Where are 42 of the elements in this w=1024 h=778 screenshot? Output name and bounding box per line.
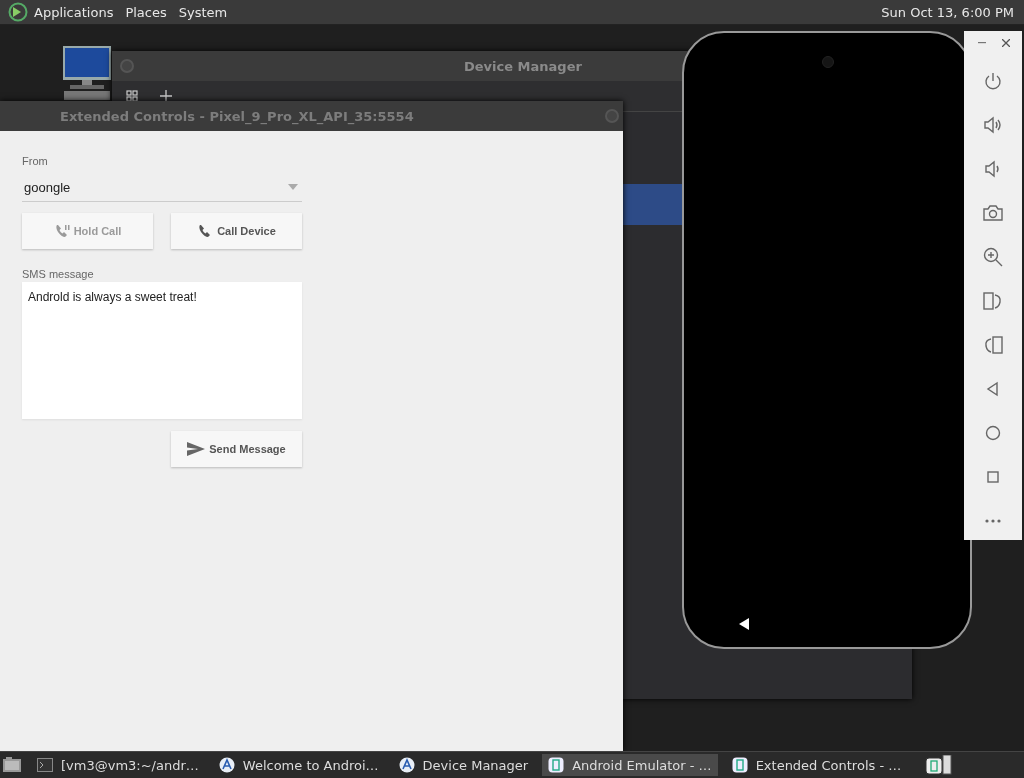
menu-item[interactable]: Applications xyxy=(34,4,114,20)
menu-item[interactable]: System xyxy=(178,4,228,20)
rotate-right-icon[interactable] xyxy=(983,291,1003,311)
home-icon[interactable] xyxy=(983,423,1003,443)
camera-icon xyxy=(822,56,834,68)
logo-icon[interactable] xyxy=(8,2,28,22)
message-field[interactable]: Androld is always a sweet treat! xyxy=(22,282,302,419)
window-title: Device Manager xyxy=(464,58,582,74)
app-icon xyxy=(398,757,415,773)
show-desktop-icon[interactable] xyxy=(3,757,21,773)
send-message-button[interactable]: Send Message xyxy=(171,431,302,467)
power-icon[interactable] xyxy=(983,71,1003,91)
taskbar-button[interactable]: Welcome to Androi… xyxy=(212,754,385,776)
taskbar-button[interactable]: Android Emulator - … xyxy=(542,754,718,776)
add-icon[interactable] xyxy=(160,90,172,102)
menu-item[interactable]: Places xyxy=(125,4,167,20)
call-device-button[interactable]: Call Device xyxy=(171,213,302,249)
caret-icon xyxy=(288,184,298,190)
field-label: SMS message xyxy=(22,268,94,280)
taskbar-button[interactable]: Extended Controls - … xyxy=(725,754,908,776)
from-dropdown[interactable]: goongle xyxy=(22,173,302,202)
send-icon xyxy=(187,442,206,456)
close-icon[interactable] xyxy=(1002,39,1010,47)
emulator-icon[interactable] xyxy=(925,755,954,775)
emulator-icon xyxy=(731,757,748,773)
computer-icon[interactable] xyxy=(62,46,112,100)
phone-icon xyxy=(53,223,70,239)
volume-up-icon[interactable] xyxy=(983,115,1003,135)
zoom-in-icon[interactable] xyxy=(983,247,1003,267)
window-title: Extended Controls - Pixel_9_Pro_XL_API_35:5554 xyxy=(60,108,415,124)
app-icon xyxy=(218,757,235,773)
emulator-icon xyxy=(548,757,565,773)
minimize-icon[interactable] xyxy=(978,42,986,44)
rotate-left-icon[interactable] xyxy=(983,335,1003,355)
camera-icon[interactable] xyxy=(983,203,1003,223)
back-icon[interactable] xyxy=(739,618,749,630)
taskbar-button[interactable]: Device Manager xyxy=(392,754,535,776)
taskbar-button[interactable]: [vm3@vm3:~/andr… xyxy=(31,754,205,776)
terminal-icon xyxy=(37,758,53,772)
field-label: From xyxy=(22,155,48,167)
clock[interactable]: Sun Oct 13, 6:00 PM xyxy=(881,4,1014,20)
grid-icon[interactable] xyxy=(126,90,138,102)
